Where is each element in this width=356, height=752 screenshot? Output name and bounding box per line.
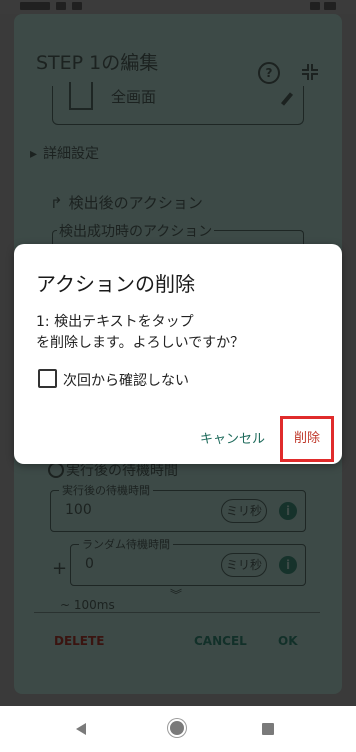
notification-icon	[56, 2, 66, 10]
edit-pen-icon[interactable]	[280, 92, 294, 106]
navigation-bar	[0, 706, 356, 752]
advanced-settings-toggle[interactable]: 詳細設定	[30, 143, 99, 163]
divider	[34, 612, 320, 613]
random-wait-unit[interactable]: ミリ秒	[221, 553, 267, 577]
random-wait-value[interactable]: 0	[85, 556, 94, 572]
random-wait-legend: ランダム待機時間	[79, 536, 173, 552]
wait-after-unit[interactable]: ミリ秒	[221, 499, 267, 523]
after-detect-header: 検出後のアクション	[50, 192, 203, 213]
random-wait-field[interactable]: ランダム待機時間 0 ミリ秒 i	[70, 536, 306, 586]
wait-after-field[interactable]: 実行後の待機時間 100 ミリ秒 i	[50, 482, 306, 532]
chevron-down-icon[interactable]: ︾	[170, 586, 182, 603]
info-icon[interactable]: i	[279, 502, 297, 520]
battery-icon	[324, 2, 336, 10]
dialog-cancel-button[interactable]: キャンセル	[200, 428, 265, 447]
delete-step-button[interactable]: DELETE	[54, 634, 104, 648]
wait-radio[interactable]	[48, 462, 64, 478]
dont-ask-label[interactable]: 次回から確認しない	[63, 370, 189, 390]
clock-icon	[20, 2, 50, 10]
recent-apps-icon[interactable]	[262, 723, 274, 735]
delete-action-dialog: アクションの削除 1: 検出テキストをタップ を削除します。よろしいですか？ 次…	[14, 244, 342, 464]
dialog-message-line1: 1: 検出テキストをタップ	[36, 314, 194, 330]
signal-icon	[310, 2, 320, 10]
dont-ask-checkbox[interactable]	[38, 369, 57, 388]
dialog-message-line2: を削除します。よろしいですか？	[36, 335, 245, 351]
image-icon	[69, 82, 93, 110]
dialog-delete-button[interactable]: 削除	[280, 416, 334, 462]
dialog-title: アクションの削除	[36, 272, 195, 296]
info-icon[interactable]: i	[279, 556, 297, 574]
image-area-label: 全画面	[111, 88, 157, 106]
collapse-icon[interactable]	[302, 64, 318, 80]
wait-after-legend: 実行後の待機時間	[59, 482, 153, 498]
back-icon[interactable]	[76, 723, 86, 735]
editor-title: STEP 1の編集	[36, 52, 159, 74]
wait-after-value[interactable]: 100	[65, 502, 92, 518]
help-icon[interactable]: ?	[258, 62, 280, 84]
status-bar	[0, 0, 356, 14]
plus-sign: +	[52, 558, 68, 579]
notification-icon	[72, 2, 82, 10]
home-icon[interactable]	[170, 721, 184, 735]
image-area-row[interactable]: 全画面	[52, 82, 304, 125]
dialog-message: 1: 検出テキストをタップ を削除します。よろしいですか？	[36, 312, 326, 354]
on-success-legend: 検出成功時のアクション	[57, 221, 215, 241]
cancel-button[interactable]: CANCEL	[194, 634, 247, 648]
ok-button[interactable]: OK	[278, 634, 298, 648]
wait-hint: ~ 100ms	[60, 598, 115, 612]
